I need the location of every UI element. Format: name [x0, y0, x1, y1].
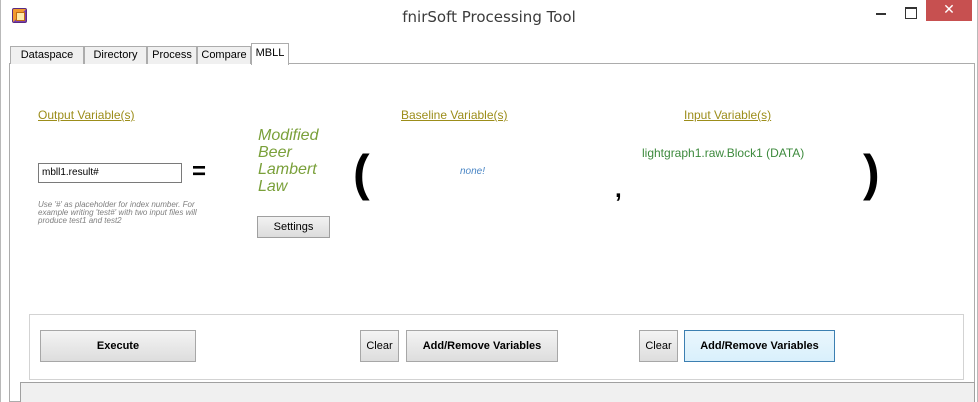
output-hint-text: Use '#' as placeholder for index number.…: [38, 200, 197, 225]
close-button[interactable]: ✕: [926, 0, 972, 21]
app-window: fnirSoft Processing Tool ✕ Dataspace Dir…: [0, 0, 978, 402]
input-variables-header: Input Variable(s): [684, 108, 772, 122]
title-bar[interactable]: fnirSoft Processing Tool ✕: [1, 0, 977, 31]
log-panel[interactable]: [20, 382, 975, 402]
input-variable-value[interactable]: lightgraph1.raw.Block1 (DATA): [642, 146, 804, 160]
close-parenthesis: ): [863, 145, 880, 201]
window-title: fnirSoft Processing Tool: [402, 8, 576, 26]
minimize-button[interactable]: [867, 1, 895, 23]
baseline-variable-value: none!: [460, 166, 486, 177]
input-clear-button[interactable]: Clear: [639, 330, 678, 362]
execute-button[interactable]: Execute: [40, 330, 196, 362]
input-add-remove-button[interactable]: Add/Remove Variables: [684, 330, 835, 362]
output-variables-header: Output Variable(s): [38, 108, 135, 122]
open-parenthesis: (: [353, 145, 370, 201]
baseline-variables-header: Baseline Variable(s): [401, 108, 508, 122]
tab-dataspace[interactable]: Dataspace: [10, 46, 84, 64]
tab-mbll[interactable]: MBLL: [251, 43, 289, 65]
divider: [9, 382, 10, 402]
tab-process[interactable]: Process: [147, 46, 197, 64]
tab-directory[interactable]: Directory: [84, 46, 147, 64]
maximize-button[interactable]: [896, 1, 924, 23]
tab-compare[interactable]: Compare: [197, 46, 251, 64]
equals-sign: =: [192, 158, 207, 185]
close-icon: ✕: [943, 2, 955, 18]
method-label: Modified Beer Lambert Law: [258, 127, 319, 195]
baseline-add-remove-button[interactable]: Add/Remove Variables: [406, 330, 558, 362]
output-variable-input[interactable]: mbll1.result#: [38, 163, 182, 183]
baseline-clear-button[interactable]: Clear: [360, 330, 399, 362]
settings-button[interactable]: Settings: [257, 216, 330, 238]
comma-separator: ,: [615, 176, 622, 203]
